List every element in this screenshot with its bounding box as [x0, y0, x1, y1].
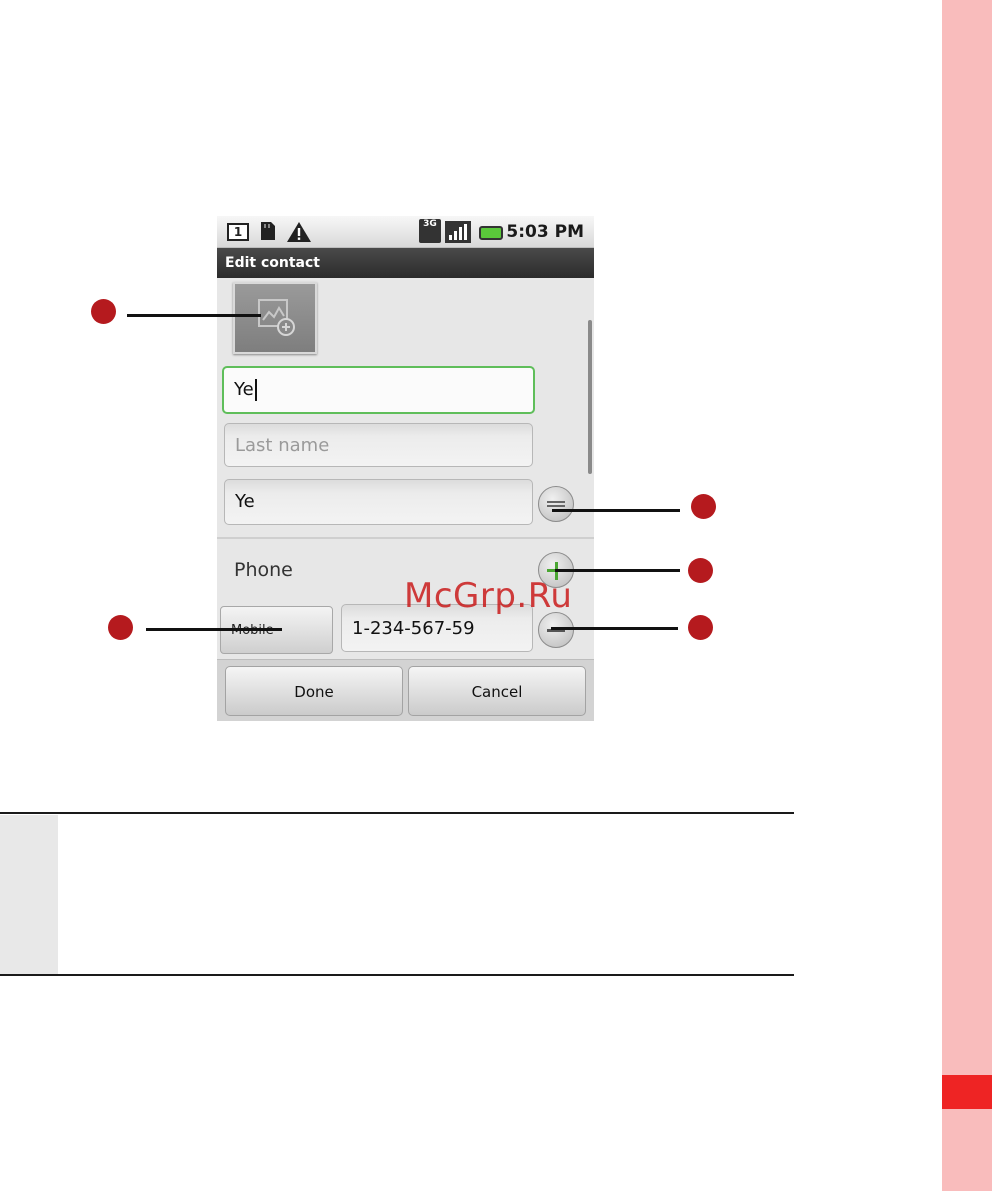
- warning-icon: [287, 222, 311, 242]
- callout-line-add: [555, 569, 680, 572]
- remove-phone-button[interactable]: [538, 612, 574, 648]
- callout-dot-expand: [691, 494, 716, 519]
- chapter-tab: [942, 1075, 992, 1109]
- display-name-field[interactable]: Ye: [224, 479, 533, 525]
- last-name-placeholder: Last name: [235, 435, 330, 456]
- callout-dot-add: [688, 558, 713, 583]
- text-cursor: [254, 379, 257, 401]
- sim-icon: 1: [227, 223, 249, 241]
- phone-screen: 1 3G 5:03 PM Edit contact Ye Last name Y…: [217, 216, 594, 721]
- battery-icon: [479, 226, 503, 240]
- first-name-field[interactable]: Ye: [222, 366, 535, 414]
- section-divider: [217, 537, 594, 539]
- callout-dot-remove: [688, 615, 713, 640]
- note-top-rule: [0, 812, 794, 814]
- callout-line-type: [146, 628, 282, 631]
- page-title: Edit contact: [217, 248, 594, 278]
- callout-line-photo: [127, 314, 261, 317]
- callout-line-remove: [551, 627, 678, 630]
- display-name-value: Ye: [235, 491, 255, 512]
- cancel-button[interactable]: Cancel: [408, 666, 586, 716]
- phone-number-value: 1-234-567-59: [352, 618, 475, 639]
- status-bar: 1 3G 5:03 PM: [217, 216, 594, 248]
- status-clock: 5:03 PM: [506, 222, 584, 242]
- contact-photo-button[interactable]: [233, 282, 317, 354]
- watermark: McGrp.Ru: [404, 576, 573, 616]
- last-name-field[interactable]: Last name: [224, 423, 533, 467]
- first-name-value: Ye: [234, 379, 254, 400]
- callout-dot-type: [108, 615, 133, 640]
- scrollbar[interactable]: [588, 320, 592, 474]
- network-type-icon: 3G: [419, 219, 441, 243]
- sd-card-icon: [261, 222, 275, 240]
- done-button[interactable]: Done: [225, 666, 403, 716]
- expand-name-icon: [547, 501, 565, 507]
- note-icon-area: [0, 815, 58, 974]
- callout-dot-photo: [91, 299, 116, 324]
- signal-icon: [445, 221, 471, 243]
- callout-line-expand: [552, 509, 680, 512]
- note-bottom-rule: [0, 974, 794, 976]
- expand-name-button[interactable]: [538, 486, 574, 522]
- page-side-strip: [942, 0, 992, 1191]
- phone-section-label: Phone: [234, 559, 293, 581]
- action-bar: Done Cancel: [217, 659, 594, 721]
- image-add-icon: [258, 299, 295, 336]
